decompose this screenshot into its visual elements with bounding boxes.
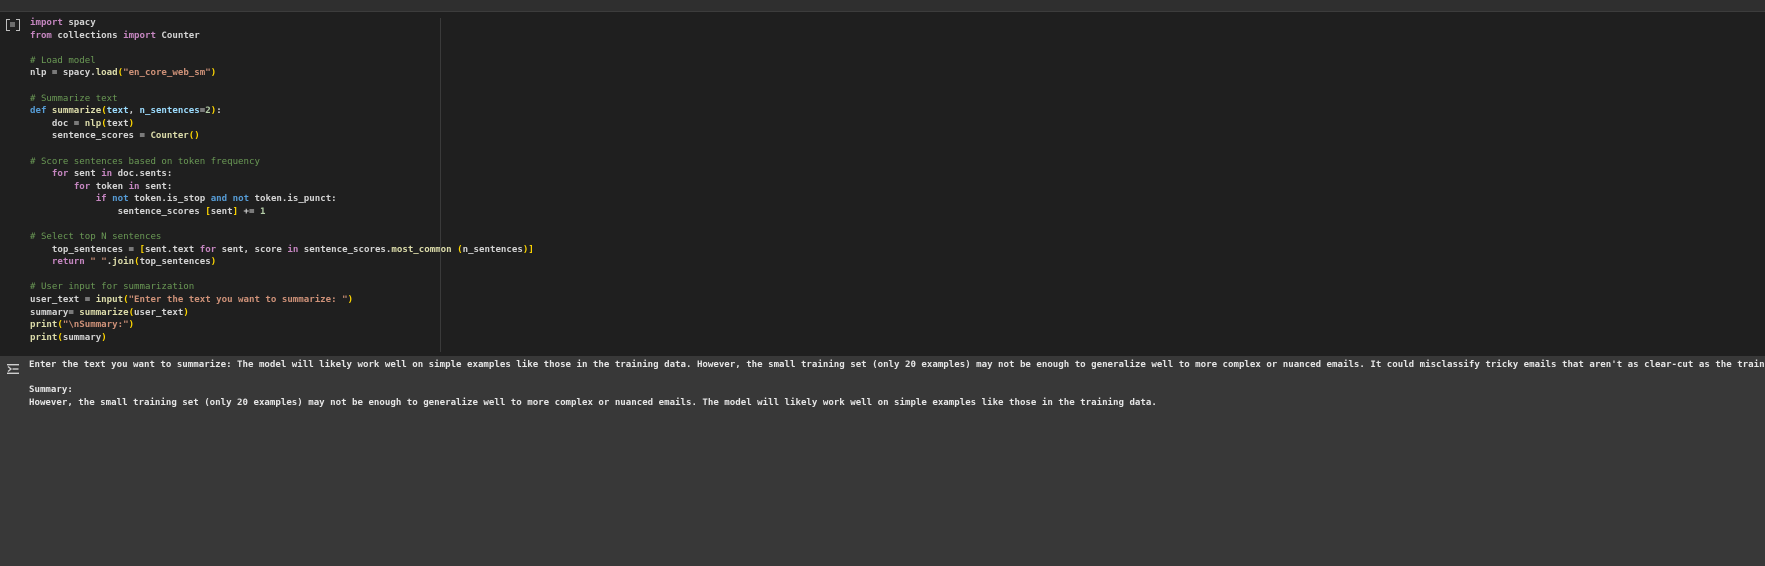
code-line: # Load model: [30, 55, 96, 66]
code-line: return " ".join(top_sentences): [51, 257, 217, 268]
output-text: Enter the text you want to summarize: Th…: [29, 359, 1765, 409]
output-line: However, the small training set (only 20…: [29, 397, 1157, 408]
code-line: user_text = input("Enter the text you wa…: [30, 295, 354, 306]
code-line: print(summary): [30, 332, 107, 343]
code-line: for token in sent:: [73, 181, 173, 192]
cell-output: Enter the text you want to summarize: Th…: [0, 357, 1765, 566]
code-line: doc = nlp(text): [30, 118, 135, 129]
code-line: if not token.is_stop and not token.is_pu…: [95, 194, 337, 205]
code-line: # User input for summarization: [30, 282, 195, 293]
top-toolbar: [0, 0, 1765, 12]
output-line: Enter the text you want to summarize: Th…: [29, 360, 1765, 370]
run-cell-icon[interactable]: [6, 19, 20, 31]
code-line: # Summarize text: [30, 93, 118, 104]
code-editor[interactable]: import spacy from collections import Coun…: [30, 17, 534, 344]
code-line: nlp = spacy.load("en_core_web_sm"): [30, 68, 217, 79]
code-line: sentence_scores = Counter(): [30, 131, 200, 142]
line-length-ruler: [440, 18, 441, 352]
code-cell[interactable]: import spacy from collections import Coun…: [0, 12, 1765, 356]
code-line: import spacy: [30, 18, 96, 28]
code-line: top_sentences = [sent.text for sent, sco…: [30, 244, 534, 255]
code-line: sentence_scores [sent] += 1: [30, 206, 266, 217]
code-line: for sent in doc.sents:: [51, 169, 173, 180]
output-line: Summary:: [29, 385, 73, 396]
code-line: from collections import Counter: [30, 30, 200, 41]
code-line: def summarize(text, n_sentences=2):: [30, 106, 222, 117]
code-line: # Select top N sentences: [30, 232, 162, 243]
code-line: print("\nSummary:"): [30, 320, 135, 331]
code-line: # Score sentences based on token frequen…: [30, 156, 260, 167]
output-toggle-icon[interactable]: [6, 360, 20, 374]
code-line: summary= summarize(user_text): [30, 307, 189, 318]
